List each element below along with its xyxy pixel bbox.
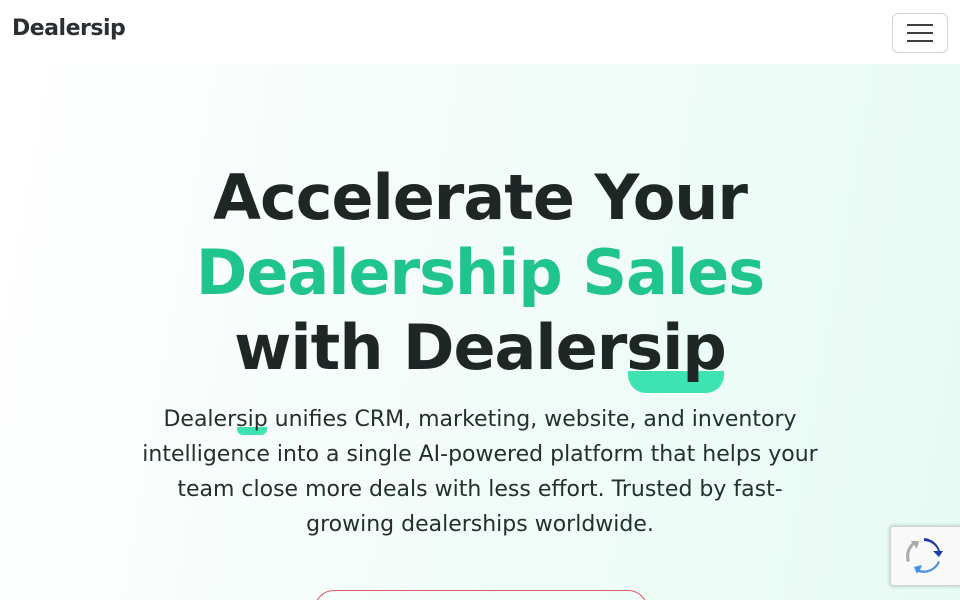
headline-sip-highlight: sip [626,310,727,393]
hero-description: Dealersip unifies CRM, marketing, websit… [140,402,820,542]
headline-line-3-prefix: with Dealer [234,311,627,384]
hamburger-icon [907,24,933,26]
hamburger-icon-line [907,40,933,42]
brand-logo-prefix: Dealer [12,16,91,41]
description-brand-sip: sip [236,402,268,437]
recaptcha-badge[interactable] [890,526,960,586]
headline-line-1: Accelerate Your [212,161,748,234]
description-brand-prefix: Dealer [163,407,237,432]
hamburger-icon-line [907,32,933,34]
navbar: Dealersip [0,0,960,64]
hero-headline: Accelerate Your Dealership Sales with De… [0,160,960,393]
headline-line-2: Dealership Sales [195,236,765,309]
menu-toggle-button[interactable] [892,13,948,53]
brand-logo[interactable]: Dealersip [12,16,126,45]
headline-line-3: with Dealer sip [0,310,960,393]
cta-button[interactable] [314,590,648,600]
brand-logo-suffix: sip [90,16,126,45]
recaptcha-icon [906,538,943,574]
